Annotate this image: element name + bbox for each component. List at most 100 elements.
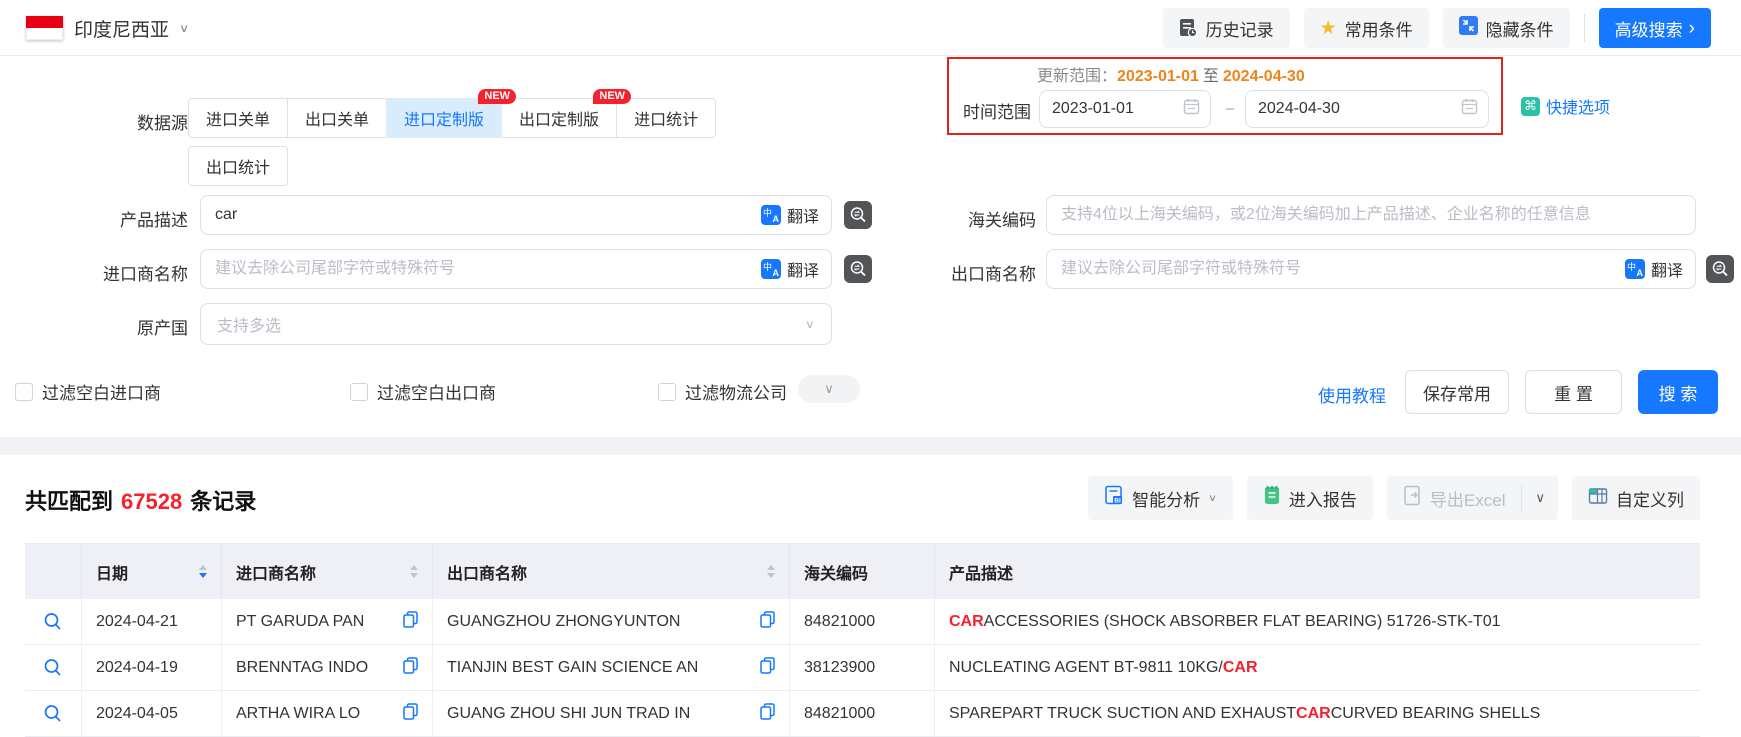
translate-icon: 中A [760,205,781,225]
product-desc-input[interactable] [201,196,761,234]
translate-button[interactable]: 中A 翻译 [760,257,831,281]
export-excel-button[interactable]: 导出Excel [1387,485,1522,511]
columns-icon [1588,487,1608,510]
table-header-row: 日期 进口商名称 出口商名称 海关编码 产品描述 [25,544,1700,599]
advanced-search-label: 高级搜索 [1614,20,1683,40]
reset-button[interactable]: 重 置 [1525,370,1622,414]
translate-icon: 中A [1624,259,1645,279]
quick-options-link[interactable]: ⌘ 快捷选项 [1521,94,1610,118]
importer-field: 中A 翻译 [200,249,832,289]
export-excel-group: 导出Excel ∨ [1386,476,1558,520]
country-name: 印度尼西亚 [74,19,170,41]
origin-country-select[interactable]: 支持多选 ∨ [200,303,832,345]
start-date-input[interactable]: 2023-01-01 [1039,90,1211,128]
header-search-column [25,544,82,599]
history-icon [1179,18,1198,38]
report-icon [1263,485,1281,511]
header-hs-code: 海关编码 [790,544,935,599]
importer-label: 进口商名称 [103,265,188,284]
star-icon: ★ [1319,17,1337,39]
tab-import-declaration[interactable]: 进口关单 [188,98,289,138]
history-button[interactable]: 历史记录 [1162,8,1290,48]
checkbox-icon [658,382,676,401]
copy-icon[interactable] [760,656,775,679]
row-detail-search-button[interactable] [43,612,63,632]
result-count-line: 共匹配到 67528 条记录 [25,484,256,516]
trade-data-search-page: 印度尼西亚 ∨ 历史记录 ★ 常用条件 隐藏条件 高级搜索 › 数据源 进口关单… [0,0,1741,737]
advanced-search-button[interactable]: 高级搜索 › [1598,8,1711,48]
topbar-divider [1583,14,1585,42]
tab-import-custom[interactable]: 进口定制版 NEW [386,89,517,138]
enter-report-button[interactable]: 进入报告 [1246,476,1373,520]
exporter-input[interactable] [1047,250,1625,288]
copy-icon[interactable] [403,656,418,679]
expand-form-button[interactable]: ∨ [798,375,860,403]
datasource-label: 数据源 [137,114,188,133]
translate-button[interactable]: 中A 翻译 [1624,257,1695,281]
origin-country-placeholder: 支持多选 [217,318,282,335]
indonesia-flag-icon [26,16,63,40]
export-options-button[interactable]: ∨ [1522,476,1558,520]
calendar-icon [1183,98,1200,120]
filter-blank-exporter-checkbox[interactable]: 过滤空白出口商 [350,379,496,404]
header-importer: 进口商名称 [222,544,433,599]
product-desc-label: 产品描述 [120,211,188,230]
tab-import-statistics[interactable]: 进口统计 [616,98,717,138]
row-detail-search-button[interactable] [43,704,63,724]
favorites-button[interactable]: ★ 常用条件 [1303,8,1429,48]
result-suffix: 条记录 [190,489,257,514]
cell-product-desc: CAR ACCESSORIES (SHOCK ABSORBER FLAT BEA… [949,612,1501,630]
tab-export-statistics[interactable]: 出口统计 [188,146,289,186]
fuzzy-match-toggle[interactable] [1706,255,1734,283]
checkbox-icon [15,382,33,401]
update-range-to: 至 [1202,68,1219,85]
cell-exporter: TIANJIN BEST GAIN SCIENCE AN [447,658,699,676]
save-conditions-button[interactable]: 保存常用 [1405,370,1509,414]
cell-hs-code: 38123900 [790,645,935,690]
calendar-icon [1461,98,1478,120]
tutorial-link[interactable]: 使用教程 [1318,382,1386,407]
cell-product-desc: NUCLEATING AGENT BT-9811 10KG/CAR [949,658,1258,676]
header-product-desc: 产品描述 [949,565,1014,583]
cell-hs-code: 84821000 [790,599,935,644]
hs-code-input[interactable] [1047,196,1695,234]
export-icon [1403,485,1422,511]
svg-text:BI: BI [1114,498,1121,505]
end-date-value: 2024-04-30 [1258,100,1340,117]
end-date-input[interactable]: 2024-04-30 [1245,90,1489,128]
cell-hs-code: 84821000 [790,691,935,736]
topbar: 印度尼西亚 ∨ 历史记录 ★ 常用条件 隐藏条件 高级搜索 › [0,0,1741,56]
sort-control-date[interactable] [189,561,207,582]
copy-icon[interactable] [760,610,775,633]
filter-blank-importer-checkbox[interactable]: 过滤空白进口商 [15,379,161,404]
filter-logistics-checkbox[interactable]: 过滤物流公司 [658,379,787,404]
chevron-right-icon: › [1688,17,1695,39]
hs-code-label: 海关编码 [968,211,1036,230]
table-row: 2024-04-19 BRENNTAG INDO TIANJIN BEST GA… [25,645,1700,691]
sort-control-importer[interactable] [400,561,418,582]
hide-conditions-button[interactable]: 隐藏条件 [1442,8,1570,48]
date-range-dash: – [1225,100,1235,117]
update-range: 更新范围：2023-01-01 至 2024-04-30 [1037,62,1305,86]
exporter-label: 出口商名称 [951,265,1036,284]
custom-columns-button[interactable]: 自定义列 [1572,476,1700,520]
row-detail-search-button[interactable] [43,658,63,678]
importer-input[interactable] [201,250,761,288]
cell-date: 2024-04-05 [82,691,222,736]
search-button[interactable]: 搜 索 [1638,370,1718,414]
header-exporter: 出口商名称 [433,544,790,599]
copy-icon[interactable] [403,610,418,633]
tab-export-declaration[interactable]: 出口关单 [287,98,388,138]
country-selector[interactable]: 印度尼西亚 ∨ [74,0,189,56]
cell-exporter: GUANG ZHOU SHI JUN TRAD IN [447,704,691,722]
tab-export-custom[interactable]: 出口定制版 NEW [501,89,632,138]
sort-control-exporter[interactable] [757,561,775,582]
command-icon: ⌘ [1521,96,1540,116]
section-separator [0,437,1741,455]
history-label: 历史记录 [1205,20,1274,40]
copy-icon[interactable] [403,702,418,725]
translate-button[interactable]: 中A 翻译 [760,203,831,227]
cell-exporter: GUANGZHOU ZHONGYUNTON [447,612,681,630]
copy-icon[interactable] [760,702,775,725]
smart-analysis-button[interactable]: BI 智能分析 ∨ [1088,476,1233,520]
